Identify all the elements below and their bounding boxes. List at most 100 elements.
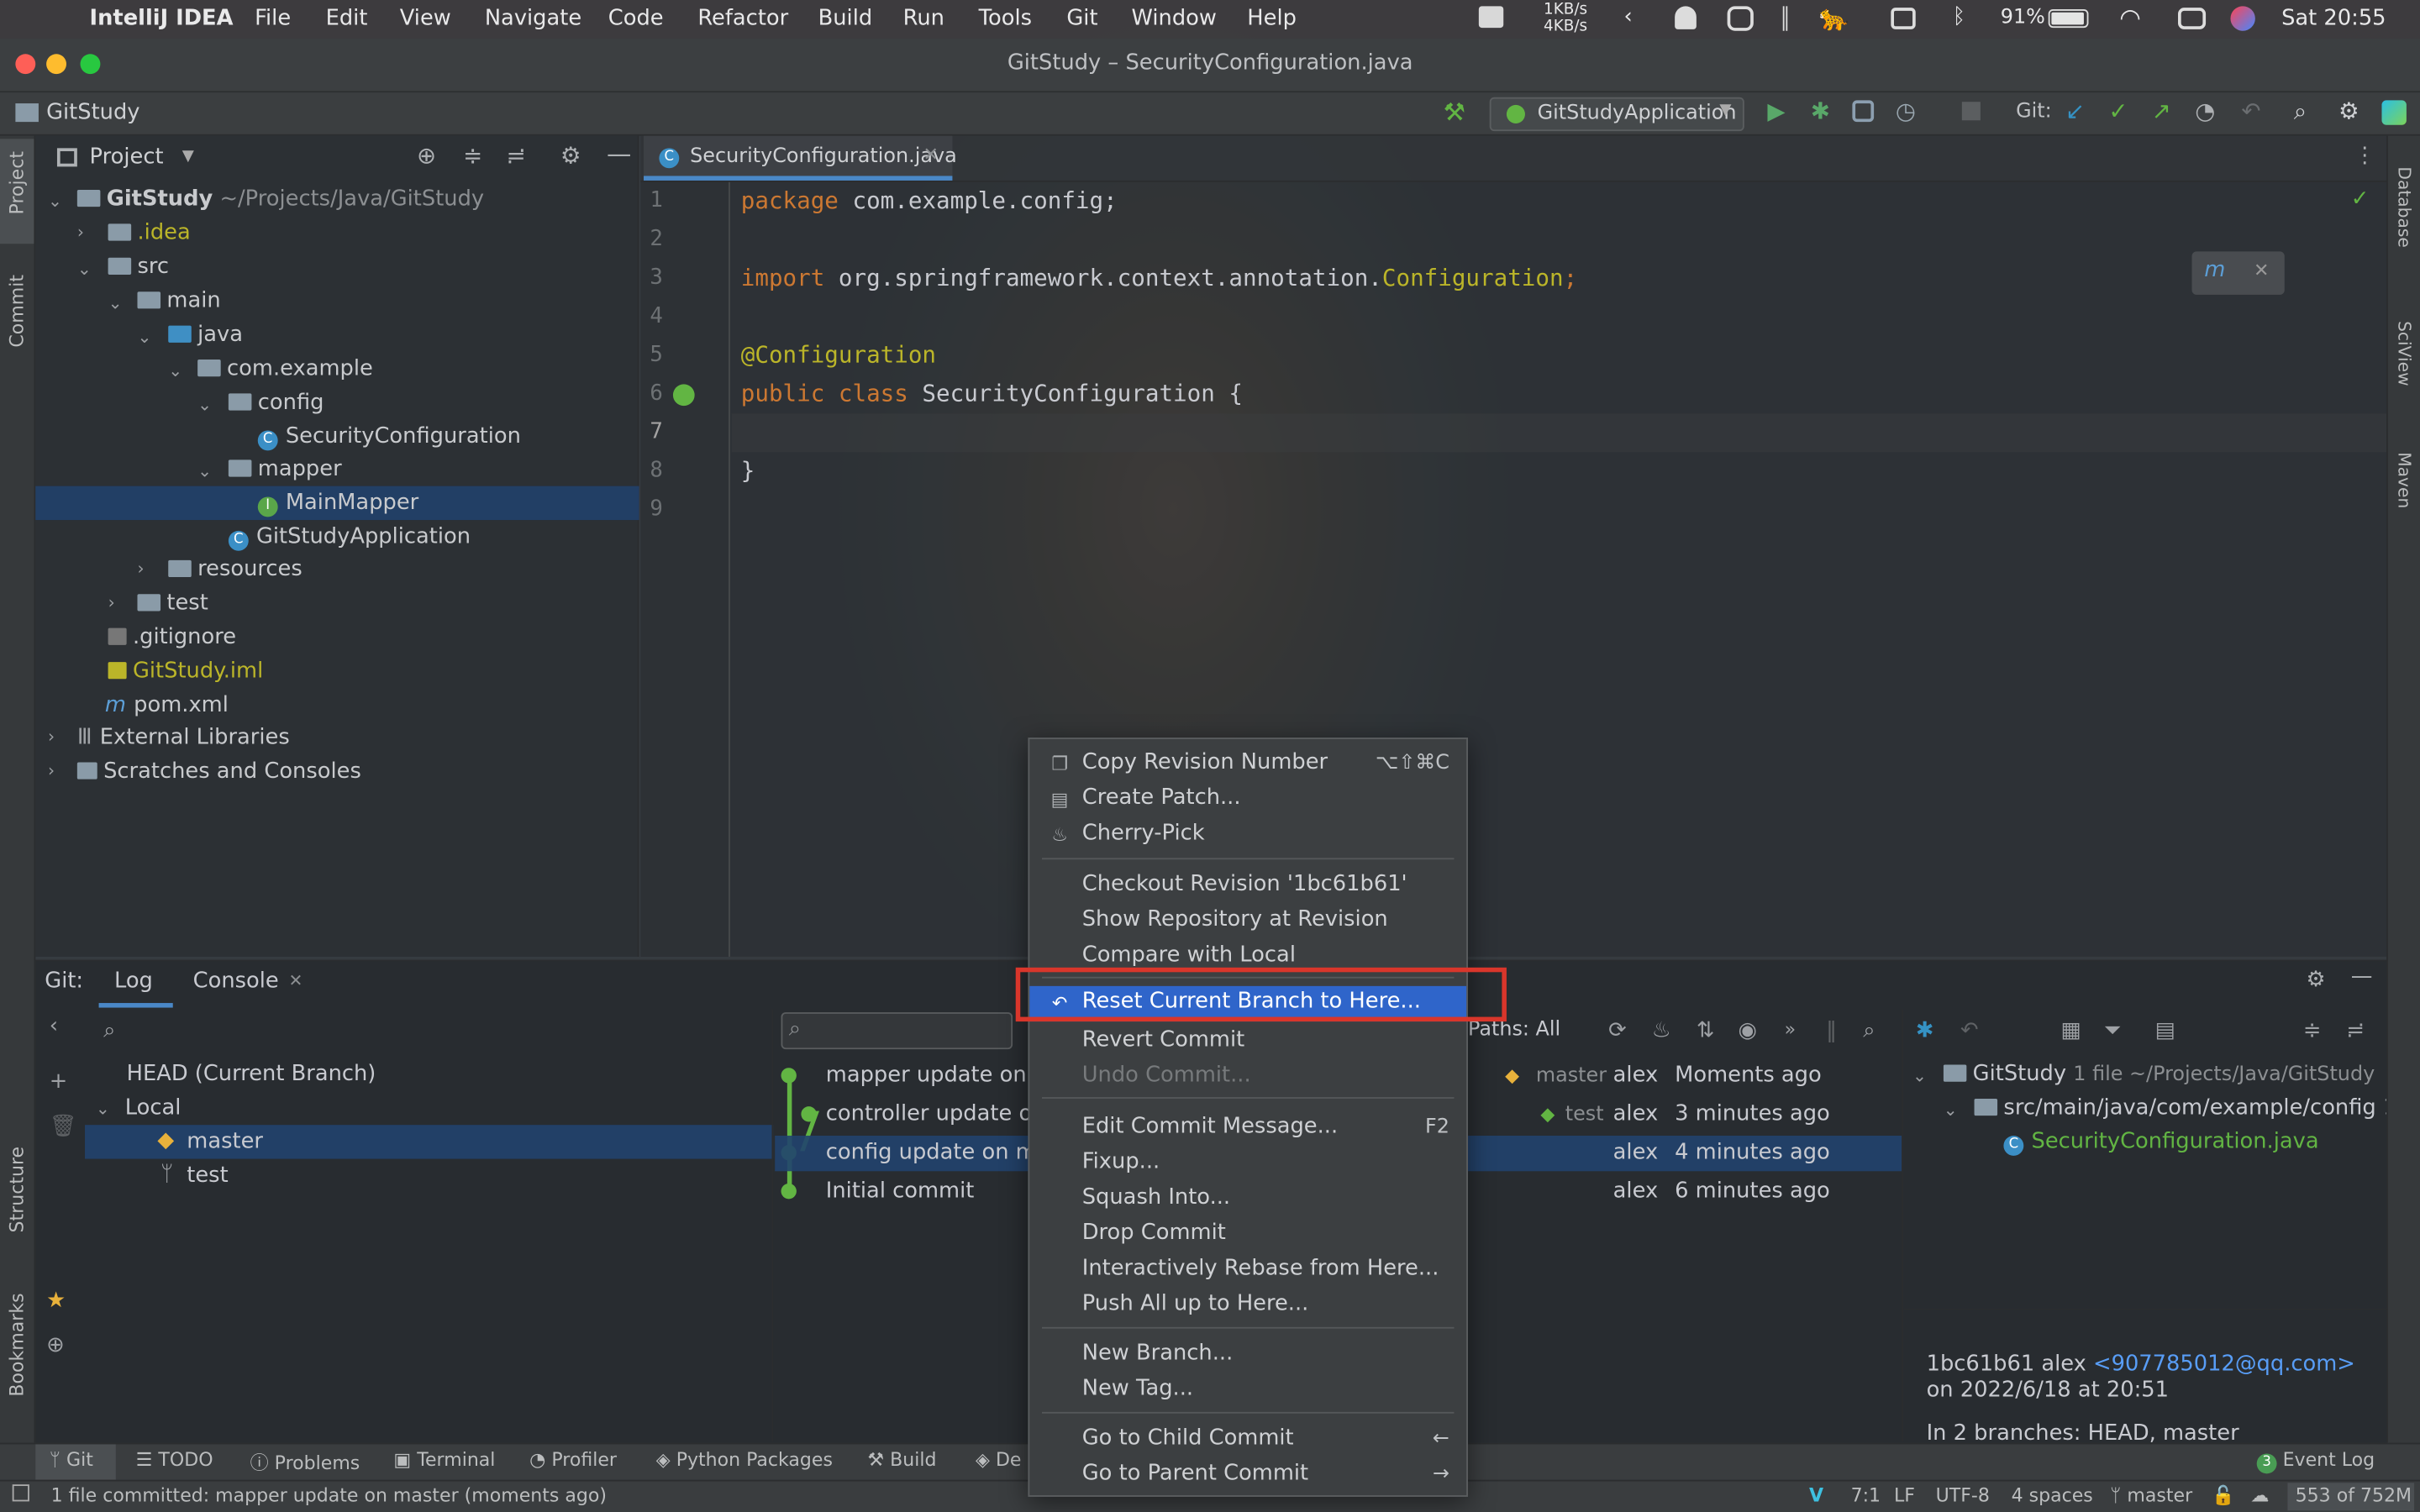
- menu-undo-commit[interactable]: Undo Commit...: [1082, 1063, 1251, 1088]
- menu-edit[interactable]: Edit: [326, 6, 368, 30]
- log-search-input[interactable]: ⌕: [781, 1012, 1013, 1050]
- file-encoding[interactable]: UTF-8: [1936, 1484, 1990, 1506]
- tree-mapper[interactable]: mapper: [228, 457, 342, 481]
- tool-problems[interactable]: ⓘ Problems: [250, 1449, 360, 1475]
- status-message[interactable]: 1 file committed: mapper update on maste…: [51, 1484, 607, 1506]
- layout-icon[interactable]: ▤: [2154, 1018, 2175, 1042]
- menu-git[interactable]: Git: [1066, 6, 1097, 30]
- add-branch-icon[interactable]: +: [50, 1069, 68, 1094]
- git-push-icon[interactable]: ↗: [2152, 97, 2171, 125]
- close-window-button[interactable]: [15, 54, 36, 75]
- chevron-right-icon[interactable]: ›: [48, 761, 55, 781]
- git-commit-icon[interactable]: ✓: [2108, 97, 2128, 125]
- cherry-pick-icon[interactable]: ♨: [1652, 1018, 1671, 1042]
- tool-terminal[interactable]: ▣ Terminal: [393, 1449, 495, 1471]
- navigate-icon[interactable]: ⊕: [46, 1333, 65, 1357]
- expand-all-icon[interactable]: ≑: [463, 142, 482, 170]
- tree-test[interactable]: test: [137, 591, 208, 616]
- chevron-down-icon[interactable]: ⌄: [108, 293, 123, 313]
- line-separator[interactable]: LF: [1894, 1484, 1915, 1506]
- tree-idea[interactable]: .idea: [108, 221, 191, 245]
- menu-window[interactable]: Window: [1132, 6, 1217, 30]
- tool-maven[interactable]: Maven: [2394, 452, 2414, 508]
- menu-show-repository[interactable]: Show Repository at Revision: [1082, 907, 1388, 932]
- collapse-all-icon[interactable]: ≓: [2346, 1018, 2365, 1042]
- menu-run[interactable]: Run: [903, 6, 944, 30]
- clock[interactable]: Sat 20:55: [2281, 6, 2386, 30]
- tree-security-configuration[interactable]: C SecurityConfiguration: [257, 424, 521, 451]
- inspection-ok-icon[interactable]: ✓: [2351, 186, 2370, 211]
- branch-search-icon[interactable]: ⌕: [103, 1018, 115, 1042]
- commit-message[interactable]: controller update on: [826, 1102, 1046, 1126]
- spring-bean-gutter-icon[interactable]: [672, 384, 695, 407]
- menu-revert-commit[interactable]: Revert Commit: [1082, 1027, 1244, 1052]
- commit-message[interactable]: mapper update on m: [826, 1063, 1055, 1088]
- tree-package[interactable]: com.example: [197, 356, 373, 381]
- pause-icon[interactable]: ‖: [1826, 1018, 1837, 1042]
- lock-icon[interactable]: 🔓: [2212, 1484, 2234, 1506]
- chevron-down-icon[interactable]: ⌄: [96, 1099, 110, 1119]
- code-line-6[interactable]: public class SecurityConfiguration {: [741, 380, 1243, 407]
- close-tab-icon[interactable]: ✕: [923, 144, 939, 165]
- tree-resources[interactable]: resources: [168, 557, 302, 582]
- collapse-branches-icon[interactable]: ‹: [50, 1014, 58, 1038]
- tool-profiler[interactable]: ◔ Profiler: [529, 1449, 617, 1471]
- tree-config[interactable]: config: [228, 391, 324, 415]
- chevron-right-icon[interactable]: ›: [108, 592, 115, 612]
- memory-indicator[interactable]: 553 of 752M: [2287, 1483, 2415, 1511]
- locate-icon[interactable]: ⊕: [417, 142, 436, 170]
- breadcrumb-project[interactable]: GitStudy: [46, 100, 139, 124]
- chevron-right-icon[interactable]: ›: [48, 727, 55, 747]
- run-icon[interactable]: ▶: [1767, 97, 1785, 125]
- hide-git-panel-icon[interactable]: —: [2351, 964, 2373, 989]
- toolbox-icon[interactable]: [2381, 100, 2407, 125]
- tool-database[interactable]: Database: [2394, 166, 2414, 247]
- chevron-right-icon[interactable]: ›: [137, 559, 144, 579]
- run-config-select[interactable]: GitStudyApplication ▼: [1489, 97, 1744, 132]
- tab-log[interactable]: Log: [114, 969, 153, 994]
- minimize-window-button[interactable]: [46, 54, 66, 75]
- tree-java[interactable]: java: [168, 323, 243, 347]
- menu-view[interactable]: View: [400, 6, 451, 30]
- build-hammer-icon[interactable]: ⚒: [1444, 97, 1465, 127]
- code-line-3[interactable]: import org.springframework.context.annot…: [741, 264, 1577, 291]
- menu-code[interactable]: Code: [608, 6, 664, 30]
- rollback-icon[interactable]: ↶: [2241, 97, 2260, 125]
- tool-python-packages[interactable]: ◈ Python Packages: [656, 1449, 833, 1471]
- hide-panel-icon[interactable]: —: [607, 139, 631, 168]
- tool-build[interactable]: ⚒ Build: [867, 1449, 936, 1471]
- coverage-icon[interactable]: [1852, 100, 1875, 123]
- menu-checkout-revision[interactable]: Checkout Revision '1bc61b61': [1082, 872, 1407, 896]
- branch-test[interactable]: test: [187, 1163, 228, 1188]
- filter-icon[interactable]: ⏷: [2104, 1018, 2122, 1042]
- changes-dir[interactable]: src/main/java/com/example/config 1: [1974, 1095, 2386, 1121]
- app-menu[interactable]: IntelliJ IDEA: [90, 6, 234, 30]
- menu-go-parent[interactable]: Go to Parent Commit: [1082, 1462, 1308, 1486]
- stop-icon[interactable]: [1961, 102, 1981, 121]
- chevron-down-icon[interactable]: ▼: [182, 148, 194, 165]
- chevron-down-icon[interactable]: ⌄: [48, 192, 62, 212]
- revert-icon[interactable]: ↶: [1960, 1018, 1979, 1042]
- expand-all-icon[interactable]: ≑: [2303, 1018, 2322, 1042]
- more-icon[interactable]: »: [1785, 1018, 1796, 1040]
- menu-go-child[interactable]: Go to Child Commit: [1082, 1425, 1294, 1450]
- tree-scratches[interactable]: Scratches and Consoles: [76, 759, 361, 784]
- siri-icon[interactable]: [2230, 6, 2255, 31]
- editor-tab[interactable]: C SecurityConfiguration.java ✕: [644, 135, 957, 181]
- tool-git[interactable]: ᛘ Git: [50, 1449, 93, 1471]
- sort-icon[interactable]: ⇅: [1697, 1018, 1715, 1042]
- tree-root[interactable]: GitStudy ~/Projects/Java/GitStudy: [76, 186, 484, 212]
- tree-external-libraries[interactable]: Ⅲ External Libraries: [77, 725, 290, 749]
- tree-src[interactable]: src: [108, 255, 169, 279]
- git-panel-settings-icon[interactable]: ⚙: [2306, 968, 2325, 992]
- project-panel-title[interactable]: Project: [90, 145, 164, 170]
- favorite-star-icon[interactable]: ★: [46, 1289, 66, 1313]
- menu-navigate[interactable]: Navigate: [485, 6, 581, 30]
- branch-head[interactable]: HEAD (Current Branch): [127, 1062, 376, 1086]
- chevron-down-icon[interactable]: ⌄: [168, 361, 182, 381]
- cloud-icon[interactable]: ☁: [2250, 1484, 2269, 1506]
- eye-icon[interactable]: ◉: [1738, 1018, 1756, 1042]
- menu-compare-local[interactable]: Compare with Local: [1082, 942, 1296, 967]
- history-icon[interactable]: ◔: [2195, 97, 2215, 125]
- menu-refactor[interactable]: Refactor: [697, 6, 788, 30]
